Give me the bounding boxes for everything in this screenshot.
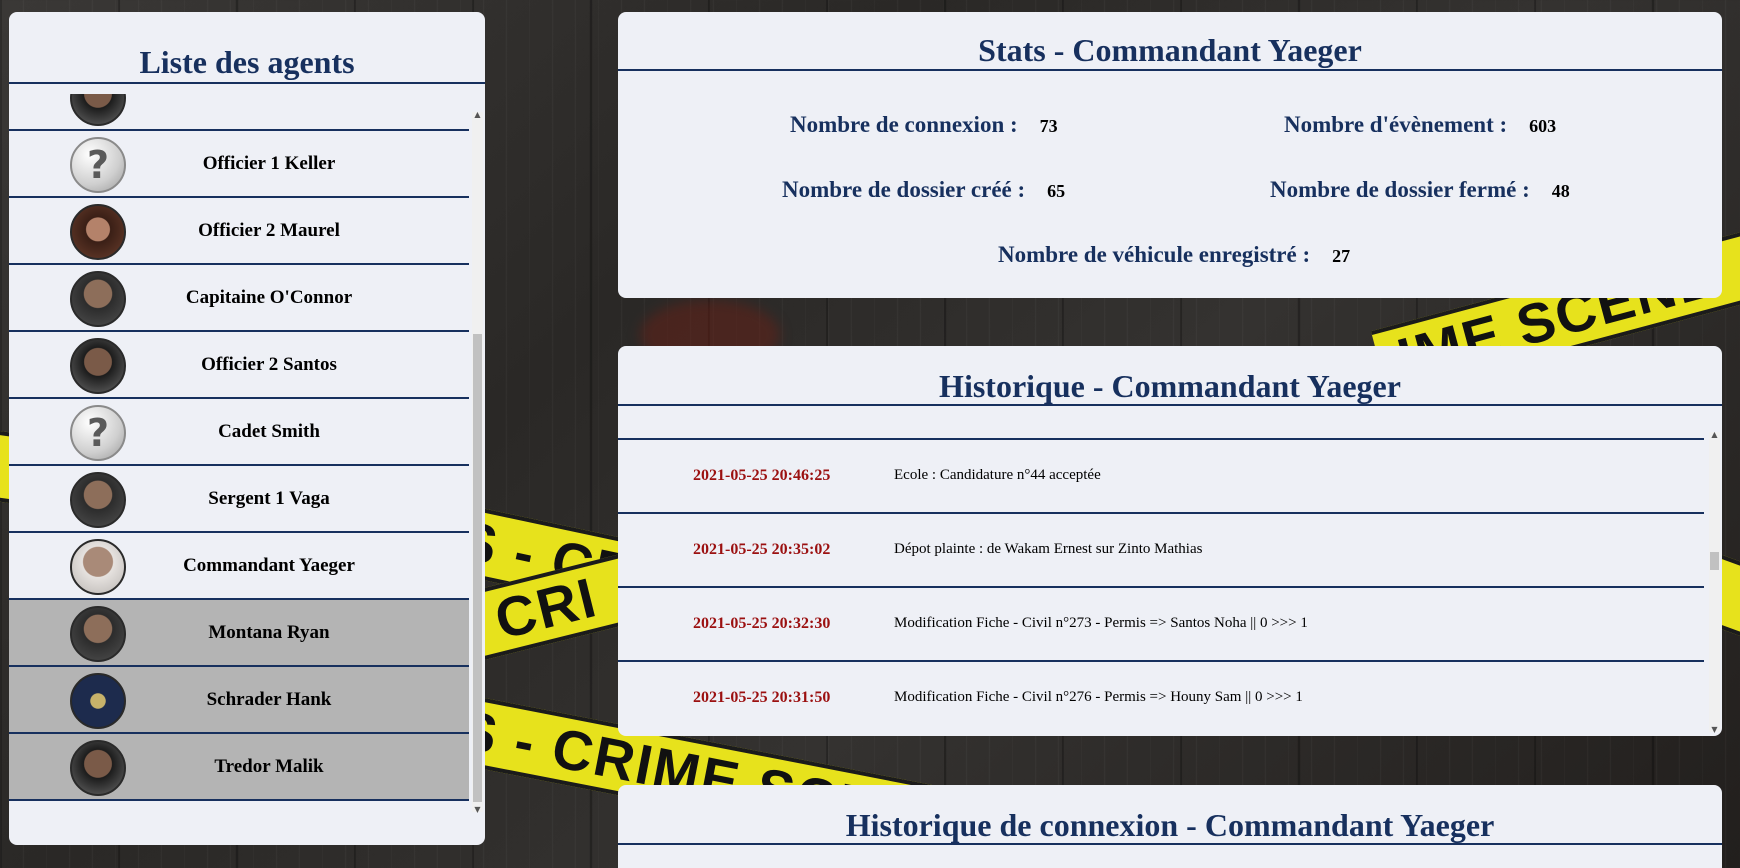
divider (618, 69, 1722, 71)
stat-label: Nombre de connexion : (790, 112, 1018, 137)
stat-value: 65 (1047, 181, 1066, 201)
scroll-up-arrow-icon[interactable]: ▲ (1709, 430, 1720, 439)
stats-panel: Stats - Commandant Yaeger Nombre de conn… (618, 12, 1722, 298)
history-panel: Historique - Commandant Yaeger 2021-05-2… (618, 346, 1722, 736)
agent-name: Montana Ryan (208, 621, 330, 643)
history-text: Modification Fiche - Civil n°273 - Permi… (894, 615, 1308, 631)
agent-row[interactable]: Montana Ryan (9, 600, 469, 667)
agent-name: Tredor Malik (214, 755, 324, 777)
connexion-history-panel: Historique de connexion - Commandant Yae… (618, 785, 1722, 868)
agent-row[interactable]: Capitaine O'Connor (9, 265, 469, 332)
agent-avatar (70, 94, 126, 126)
agent-name: Officier 1 Keller (202, 152, 336, 174)
agent-row[interactable]: Commandant Yaeger (9, 533, 469, 600)
history-date: 2021-05-25 20:32:30 (693, 615, 831, 632)
history-title: Historique - Commandant Yaeger (939, 368, 1401, 404)
stats-title: Stats - Commandant Yaeger (978, 32, 1362, 68)
agents-scrollbar[interactable]: ▲ ▼ (472, 110, 483, 814)
scrollbar-track[interactable] (1709, 432, 1720, 732)
history-row: 2021-05-25 20:46:25 Ecole : Candidature n… (618, 438, 1704, 512)
stat-dossiers-crees: Nombre de dossier créé : 65 (782, 177, 1065, 203)
stat-value: 48 (1551, 181, 1570, 201)
agents-list: ? Officier 1 Keller Officier 2 Maurel Capit… (9, 94, 469, 801)
agent-name: Commandant Yaeger (183, 554, 355, 576)
history-row: 2021-05-25 20:32:30 Modification Fiche - … (618, 586, 1704, 660)
scroll-up-arrow-icon[interactable]: ▲ (472, 110, 483, 119)
agent-name: Officier 2 Santos (201, 353, 337, 375)
history-list[interactable]: 2021-05-25 20:46:25 Ecole : Candidature n… (618, 438, 1704, 736)
scroll-down-arrow-icon[interactable]: ▼ (1709, 725, 1720, 734)
agent-name: Cadet Smith (218, 420, 320, 442)
agents-panel: Liste des agents ? Officier 1 Keller Offic… (9, 12, 485, 845)
history-scrollbar[interactable]: ▲ ▼ (1709, 430, 1720, 734)
stat-vehicules: Nombre de véhicule enregistré : 27 (998, 242, 1350, 268)
agent-row[interactable] (9, 94, 469, 131)
scrollbar-thumb[interactable] (1710, 552, 1719, 570)
stat-value: 27 (1332, 246, 1351, 266)
stat-label: Nombre d'évènement : (1284, 112, 1508, 137)
stat-value: 603 (1529, 116, 1557, 136)
agent-row[interactable]: Officier 2 Maurel (9, 198, 469, 265)
agent-name: Schrader Hank (206, 688, 332, 710)
agent-row[interactable]: ? Officier 1 Keller (9, 131, 469, 198)
history-date: 2021-05-25 20:46:25 (693, 467, 831, 484)
agent-row[interactable]: Schrader Hank (9, 667, 469, 734)
stat-dossiers-fermes: Nombre de dossier fermé : 48 (1270, 177, 1570, 203)
history-text: Dépot plainte : de Wakam Ernest sur Zint… (894, 541, 1203, 557)
agent-row[interactable]: ? Cadet Smith (9, 399, 469, 466)
agent-name: Officier 2 Maurel (198, 219, 340, 241)
agent-row[interactable]: Sergent 1 Vaga (9, 466, 469, 533)
scrollbar-thumb[interactable] (473, 334, 482, 802)
agents-scroll-area[interactable]: ? Officier 1 Keller Officier 2 Maurel Capit… (9, 94, 485, 822)
history-text: Ecole : Candidature n°44 acceptée (894, 467, 1101, 483)
agent-name: Sergent 1 Vaga (208, 487, 330, 509)
stat-label: Nombre de dossier créé : (782, 177, 1026, 202)
agents-title: Liste des agents (139, 44, 355, 80)
stat-label: Nombre de véhicule enregistré : (998, 242, 1311, 267)
stat-label: Nombre de dossier fermé : (1270, 177, 1530, 202)
history-row: 2021-05-25 20:35:02 Dépot plainte : de Wa… (618, 512, 1704, 586)
history-text: Modification Fiche - Civil n°276 - Permi… (894, 689, 1303, 705)
stat-value: 73 (1039, 116, 1058, 136)
agent-row[interactable]: Officier 2 Santos (9, 332, 469, 399)
scroll-down-arrow-icon[interactable]: ▼ (472, 805, 483, 814)
history-date: 2021-05-25 20:31:50 (693, 689, 831, 706)
stat-connexions: Nombre de connexion : 73 (790, 112, 1058, 138)
divider (9, 82, 485, 84)
history-date: 2021-05-25 20:35:02 (693, 541, 831, 558)
agent-row[interactable]: Tredor Malik (9, 734, 469, 801)
agent-name: Capitaine O'Connor (185, 286, 353, 308)
history-row: 2021-05-25 20:31:50 Modification Fiche - … (618, 660, 1704, 734)
stat-evenements: Nombre d'évènement : 603 (1284, 112, 1556, 138)
connexion-history-title: Historique de connexion - Commandant Yae… (845, 807, 1495, 843)
